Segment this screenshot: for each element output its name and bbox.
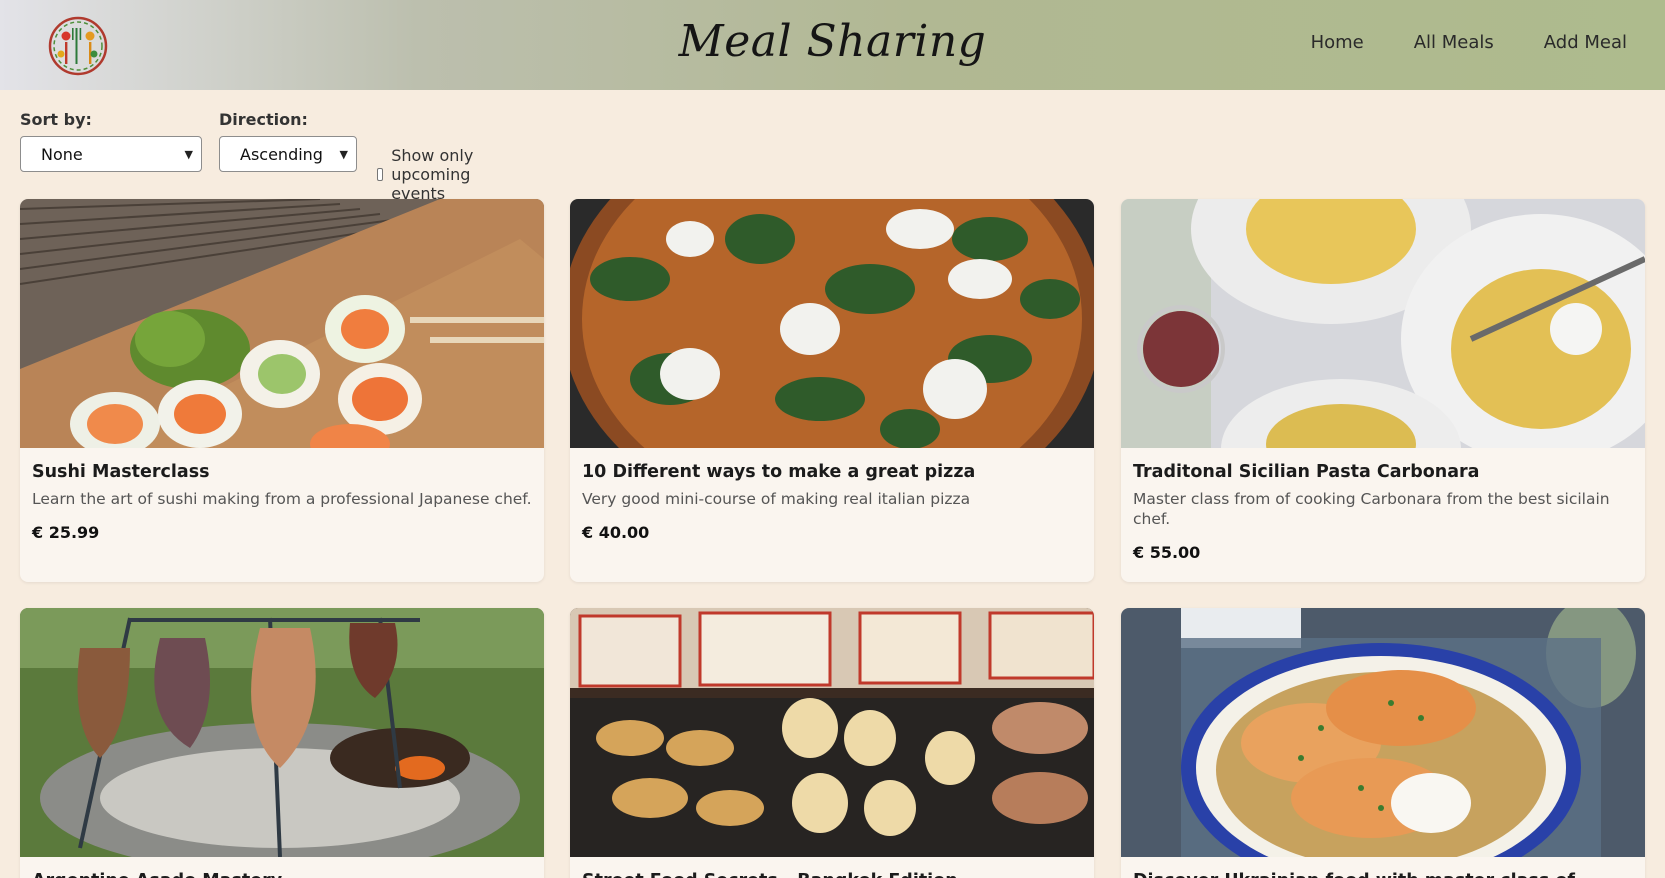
meal-price: € 55.00: [1133, 543, 1201, 562]
pasta-photo: [1121, 199, 1645, 448]
meal-card[interactable]: Street Food Secrets - Bangkok Edition: [570, 608, 1094, 878]
main-nav: Home All Meals Add Meal: [1311, 32, 1627, 53]
chevron-down-icon: ▼: [339, 147, 348, 161]
upcoming-filter[interactable]: Show only upcoming events: [377, 146, 477, 203]
sort-select-value: None: [41, 144, 83, 164]
sort-select[interactable]: None ▼: [20, 136, 202, 172]
sort-label: Sort by:: [20, 110, 92, 129]
upcoming-checkbox[interactable]: [377, 168, 384, 181]
chevron-down-icon: ▼: [184, 147, 193, 161]
meal-card[interactable]: Argentine Asado Mastery: [20, 608, 544, 878]
direction-label: Direction:: [219, 110, 308, 129]
meal-title[interactable]: Discover Ukrainian food with master clas…: [1133, 869, 1633, 878]
meal-price: € 25.99: [32, 523, 100, 542]
meal-title[interactable]: Traditonal Sicilian Pasta Carbonara: [1133, 460, 1633, 484]
nav-link-all-meals[interactable]: All Meals: [1414, 32, 1494, 53]
direction-select[interactable]: Ascending ▼: [219, 136, 357, 172]
meal-description: Learn the art of sushi making from a pro…: [32, 490, 532, 508]
asado-photo: [20, 608, 544, 857]
site-header: Meal Sharing Home All Meals Add Meal: [0, 0, 1665, 90]
sort-control: Sort by: None ▼: [20, 110, 202, 172]
site-title: Meal Sharing: [678, 16, 987, 67]
nav-link-add-meal[interactable]: Add Meal: [1544, 32, 1627, 53]
meal-card[interactable]: Sushi Masterclass Learn the art of sushi…: [20, 199, 544, 582]
direction-control: Direction: Ascending ▼: [219, 110, 357, 172]
street-food-photo: [570, 608, 1094, 857]
utensils-logo-icon[interactable]: [46, 14, 110, 78]
meal-description: Very good mini-course of making real ita…: [582, 490, 971, 508]
pizza-photo: [570, 199, 1094, 448]
meal-description: Master class from of cooking Carbonara f…: [1133, 490, 1610, 528]
meal-title[interactable]: Sushi Masterclass: [32, 460, 532, 484]
upcoming-label: Show only upcoming events: [391, 146, 474, 203]
nav-link-home[interactable]: Home: [1311, 32, 1364, 53]
meal-title[interactable]: Argentine Asado Mastery: [32, 869, 532, 878]
cabbage-rolls-photo: [1121, 608, 1645, 857]
meal-price: € 40.00: [582, 523, 650, 542]
sushi-photo: [20, 199, 544, 448]
meal-title[interactable]: Street Food Secrets - Bangkok Edition: [582, 869, 1082, 878]
meal-card[interactable]: Discover Ukrainian food with master clas…: [1121, 608, 1645, 878]
meal-card[interactable]: 10 Different ways to make a great pizza …: [570, 199, 1094, 582]
meal-card[interactable]: Traditonal Sicilian Pasta Carbonara Mast…: [1121, 199, 1645, 582]
meal-title[interactable]: 10 Different ways to make a great pizza: [582, 460, 1082, 484]
direction-select-value: Ascending: [240, 144, 323, 164]
